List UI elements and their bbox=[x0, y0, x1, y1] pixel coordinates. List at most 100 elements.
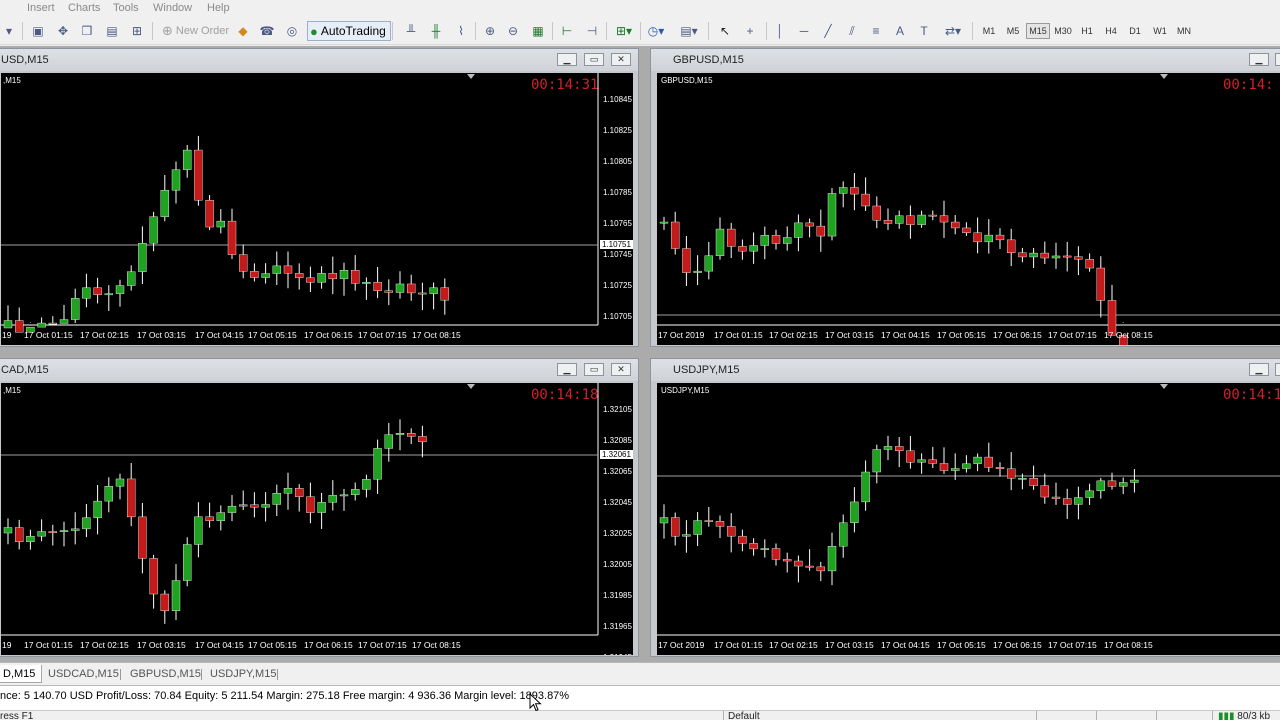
time-axis-label: 17 Oct 05:15 bbox=[248, 330, 297, 340]
tab-eurusd[interactable]: D,M15 bbox=[0, 665, 43, 683]
timeframe-d1[interactable]: D1 bbox=[1124, 23, 1146, 39]
chart-titlebar[interactable]: USD,M15 ▁ ▭ ✕ bbox=[0, 49, 638, 71]
tile-windows-icon[interactable]: ▦ bbox=[528, 21, 548, 41]
terminal-icon[interactable]: ▤ bbox=[102, 21, 122, 41]
tab-gbpusd[interactable]: GBPUSD,M15 bbox=[124, 665, 207, 683]
equidistant-channel-icon[interactable]: ⫽ bbox=[842, 21, 862, 41]
menu-help[interactable]: Help bbox=[207, 2, 230, 14]
minimize-icon[interactable]: ▁ bbox=[1249, 363, 1269, 376]
candle bbox=[104, 477, 114, 513]
status-bar: ress F1 Default ▮▮▮ 80/3 kb bbox=[0, 710, 1280, 720]
trendline-icon[interactable]: ╱ bbox=[818, 21, 838, 41]
maximize-icon[interactable]: ▭ bbox=[1275, 53, 1280, 66]
cursor-icon[interactable]: ↖ bbox=[715, 21, 735, 41]
candle bbox=[1119, 477, 1128, 495]
menu-tools[interactable]: Tools bbox=[113, 2, 139, 14]
indicators-icon[interactable]: ⊞▾ bbox=[612, 21, 636, 41]
community-icon[interactable]: ◎ bbox=[282, 21, 302, 41]
chart-shift-marker-icon[interactable] bbox=[467, 384, 475, 389]
timeframe-h4[interactable]: H4 bbox=[1100, 23, 1122, 39]
candle bbox=[272, 251, 281, 285]
candle-timer: 00:14:1 bbox=[1223, 387, 1280, 403]
chart-workspace: USD,M15 ▁ ▭ ✕ ,M15 00:14:31 1.10845 1.108… bbox=[0, 46, 1280, 662]
minimize-icon[interactable]: ▁ bbox=[1249, 53, 1269, 66]
timeframe-w1[interactable]: W1 bbox=[1149, 23, 1171, 39]
maximize-icon[interactable]: ▭ bbox=[584, 53, 604, 66]
timeframe-m15[interactable]: M15 bbox=[1026, 23, 1050, 39]
text-label-icon[interactable]: T bbox=[914, 21, 934, 41]
chart-titlebar[interactable]: USDJPY,M15 ▁ ▭ bbox=[651, 359, 1280, 381]
timeframe-m5[interactable]: M5 bbox=[1002, 23, 1024, 39]
menu-charts[interactable]: Charts bbox=[68, 2, 100, 14]
close-icon[interactable]: ✕ bbox=[611, 53, 631, 66]
time-axis-label: 17 Oct 2019 bbox=[658, 330, 705, 340]
periods-icon[interactable]: ◷▾ bbox=[644, 21, 668, 41]
candle bbox=[917, 210, 926, 228]
chart-titlebar[interactable]: GBPUSD,M15 ▁ ▭ bbox=[651, 49, 1280, 71]
time-axis-label: 17 Oct 01:15 bbox=[714, 330, 763, 340]
chart-shift-icon[interactable]: ⊢ bbox=[557, 21, 577, 41]
minimize-icon[interactable]: ▁ bbox=[557, 53, 577, 66]
candle bbox=[283, 251, 293, 289]
strategy-tester-icon[interactable]: ⊞ bbox=[127, 21, 147, 41]
chart-shift-marker-icon[interactable] bbox=[1160, 74, 1168, 79]
fibonacci-icon[interactable]: ≡ bbox=[866, 21, 886, 41]
arrows-icon[interactable]: ⇄▾ bbox=[940, 21, 966, 41]
horizontal-line-icon[interactable]: ─ bbox=[794, 21, 814, 41]
timeframe-m1[interactable]: M1 bbox=[978, 23, 1000, 39]
maximize-icon[interactable]: ▭ bbox=[1275, 363, 1280, 376]
chart-canvas[interactable]: ,M15 00:14:18 1.32105 1.32085 1.32065 1.320… bbox=[1, 383, 633, 655]
chart-window-usdjpy[interactable]: USDJPY,M15 ▁ ▭ USDJPY,M15 00:14:1 17 Oct… bbox=[650, 358, 1280, 657]
text-icon[interactable]: A bbox=[890, 21, 910, 41]
timeframe-h1[interactable]: H1 bbox=[1076, 23, 1098, 39]
menu-insert[interactable]: Insert bbox=[27, 2, 55, 14]
folder-icon[interactable]: ❒ bbox=[77, 21, 97, 41]
time-axis-label: 17 Oct 06:15 bbox=[993, 330, 1042, 340]
chart-shift-marker-icon[interactable] bbox=[467, 74, 475, 79]
tab-usdjpy[interactable]: USDJPY,M15 bbox=[204, 665, 282, 683]
crosshair-icon[interactable]: + bbox=[740, 21, 760, 41]
candle bbox=[738, 529, 747, 552]
time-axis-label: 17 Oct 02:15 bbox=[769, 640, 818, 650]
auto-scroll-icon[interactable]: ⊣ bbox=[582, 21, 602, 41]
price-axis-label: 1.10765 bbox=[603, 219, 632, 228]
candle bbox=[1007, 452, 1016, 491]
chart-canvas[interactable]: GBPUSD,M15 00:14: 17 Oct 2019 17 Oct 01:1… bbox=[657, 73, 1280, 345]
autotrading-button[interactable]: ● AutoTrading bbox=[307, 21, 391, 41]
zoom-in-icon[interactable]: ⊕ bbox=[480, 21, 500, 41]
new-order-button[interactable]: ⊕ New Order bbox=[158, 21, 233, 41]
metaeditor-icon[interactable]: ◆ bbox=[233, 21, 253, 41]
timeframe-mn[interactable]: MN bbox=[1173, 23, 1195, 39]
status-connection: ▮▮▮ 80/3 kb bbox=[1218, 711, 1271, 720]
close-icon[interactable]: ✕ bbox=[611, 363, 631, 376]
market-watch-icon[interactable]: ▣ bbox=[28, 21, 48, 41]
maximize-icon[interactable]: ▭ bbox=[584, 363, 604, 376]
candle bbox=[906, 435, 915, 469]
candle bbox=[951, 215, 960, 235]
templates-icon[interactable]: ▤▾ bbox=[676, 21, 702, 41]
chart-canvas[interactable]: USDJPY,M15 00:14:1 17 Oct 2019 17 Oct 01:… bbox=[657, 383, 1280, 655]
vertical-line-icon[interactable]: │ bbox=[770, 21, 790, 41]
candlestick-icon[interactable]: ╫ bbox=[425, 21, 447, 41]
chart-shift-marker-icon[interactable] bbox=[1160, 384, 1168, 389]
chart-window-gbpusd[interactable]: GBPUSD,M15 ▁ ▭ GBPUSD,M15 00:14: 17 Oct … bbox=[650, 48, 1280, 347]
chart-canvas[interactable]: ,M15 00:14:31 1.10845 1.10825 1.10805 1.107… bbox=[1, 73, 633, 345]
signals-icon[interactable]: ☎ bbox=[257, 21, 277, 41]
chart-window-usdcad[interactable]: CAD,M15 ▁ ▭ ✕ ,M15 00:14:18 1.32105 1.320… bbox=[0, 358, 639, 657]
navigator-icon[interactable]: ✥ bbox=[53, 21, 73, 41]
time-axis-label: 17 Oct 05:15 bbox=[937, 640, 986, 650]
chart-titlebar[interactable]: CAD,M15 ▁ ▭ ✕ bbox=[0, 359, 638, 381]
zoom-out-icon[interactable]: ⊖ bbox=[503, 21, 523, 41]
line-chart-icon[interactable]: ⌇ bbox=[450, 21, 472, 41]
minimize-icon[interactable]: ▁ bbox=[557, 363, 577, 376]
dropdown-arrow-icon[interactable]: ▾ bbox=[0, 21, 18, 41]
candle bbox=[395, 419, 405, 451]
candle bbox=[659, 504, 669, 539]
chart-window-eurusd[interactable]: USD,M15 ▁ ▭ ✕ ,M15 00:14:31 1.10845 1.108… bbox=[0, 48, 639, 347]
timeframe-m30[interactable]: M30 bbox=[1051, 23, 1075, 39]
chart-tabs: D,M15 USDCAD,M15 GBPUSD,M15 USDJPY,M15 bbox=[0, 662, 1280, 684]
bar-chart-icon[interactable]: ╨ bbox=[400, 21, 422, 41]
tab-usdcad[interactable]: USDCAD,M15 bbox=[42, 665, 125, 683]
menu-window[interactable]: Window bbox=[153, 2, 192, 14]
time-axis-label: 17 Oct 08:15 bbox=[412, 640, 461, 650]
